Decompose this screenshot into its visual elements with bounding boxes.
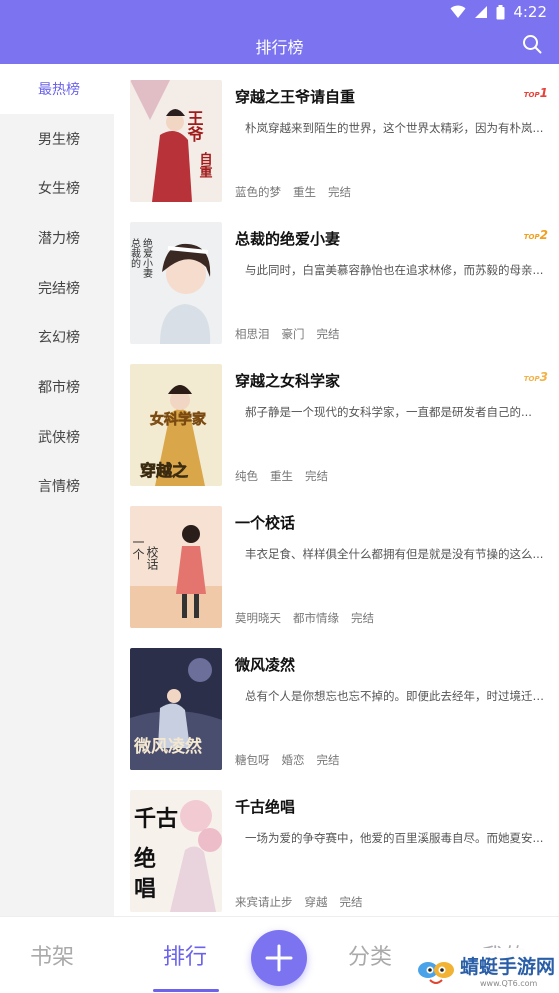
book-genre: 豪门 bbox=[281, 327, 305, 341]
book-list: 王爷 自重 穿越之王爷请自重 TOP1 朴岚穿越来到陌生的世界，这个世界太精彩，… bbox=[114, 64, 559, 916]
page-title: 排行榜 bbox=[255, 38, 304, 57]
list-item[interactable]: 千古 绝 唱 千古绝唱 一场为爱的争夺赛中，他爱的百里溪服毒自尽。而她夏安...… bbox=[130, 790, 550, 914]
book-cover[interactable]: 总裁的 绝爱小妻 bbox=[130, 222, 222, 344]
app-bar: 排行榜 bbox=[0, 26, 559, 64]
plus-icon bbox=[265, 944, 293, 972]
list-item[interactable]: 王爷 自重 穿越之王爷请自重 TOP1 朴岚穿越来到陌生的世界，这个世界太精彩，… bbox=[130, 80, 550, 204]
book-author: 莫明晓天 bbox=[235, 611, 281, 625]
book-description: 一场为爱的争夺赛中，他爱的百里溪服毒自尽。而她夏安... bbox=[245, 831, 544, 845]
rank-badge: TOP1 bbox=[523, 86, 548, 100]
svg-text:唱: 唱 bbox=[134, 876, 156, 902]
sidebar-item-hottest[interactable]: 最热榜 bbox=[0, 64, 114, 114]
list-item[interactable]: 微风凌然 微风凌然 总有个人是你想忘也忘不掉的。即便此去经年，时过境迁。... … bbox=[130, 648, 550, 772]
rank-badge: TOP2 bbox=[523, 228, 548, 242]
list-item[interactable]: 一个 校话 一个校话 丰衣足食、样样俱全什么都拥有但是就是没有节操的这么... … bbox=[130, 506, 550, 630]
active-tab-indicator bbox=[153, 989, 219, 992]
book-cover[interactable]: 女科学家 穿越之 bbox=[130, 364, 222, 486]
book-author: 糖包呀 bbox=[235, 753, 270, 767]
sidebar-item-romance[interactable]: 言情榜 bbox=[0, 462, 114, 512]
book-title[interactable]: 穿越之女科学家 bbox=[235, 370, 340, 391]
list-item[interactable]: 总裁的 绝爱小妻 总裁的绝爱小妻 TOP2 与此同时，白富美慕容静怡也在追求林修… bbox=[130, 222, 550, 346]
book-description: 总有个人是你想忘也忘不掉的。即便此去经年，时过境迁。... bbox=[245, 689, 548, 703]
book-tags: 莫明晓天 都市情缘 完结 bbox=[235, 610, 374, 626]
tab-category[interactable]: 分类 bbox=[348, 939, 392, 971]
book-genre: 婚恋 bbox=[281, 753, 305, 767]
svg-text:千古: 千古 bbox=[134, 806, 178, 832]
add-button[interactable] bbox=[251, 930, 307, 986]
dragonfly-logo-icon bbox=[418, 962, 454, 984]
svg-text:穿越之: 穿越之 bbox=[140, 461, 188, 480]
book-description: 与此同时，白富美慕容静怡也在追求林修，而苏毅的母亲... bbox=[245, 263, 544, 277]
book-status: 完结 bbox=[316, 327, 340, 341]
book-cover[interactable]: 千古 绝 唱 bbox=[130, 790, 222, 912]
rank-badge: TOP3 bbox=[523, 370, 548, 384]
book-genre: 都市情缘 bbox=[293, 611, 339, 625]
book-tags: 糖包呀 婚恋 完结 bbox=[235, 752, 340, 768]
book-description: 丰衣足食、样样俱全什么都拥有但是就是没有节操的这么... bbox=[245, 547, 544, 561]
sidebar-item-fantasy[interactable]: 玄幻榜 bbox=[0, 312, 114, 362]
tab-ranking[interactable]: 排行 bbox=[163, 939, 207, 971]
sidebar-item-male[interactable]: 男生榜 bbox=[0, 114, 114, 164]
book-cover[interactable]: 一个 校话 bbox=[130, 506, 222, 628]
book-genre: 穿越 bbox=[304, 895, 328, 909]
tab-bookshelf[interactable]: 书架 bbox=[30, 939, 74, 971]
svg-text:绝爱小妻: 绝爱小妻 bbox=[141, 237, 153, 279]
book-author: 纯色 bbox=[235, 469, 258, 483]
signal-icon bbox=[475, 6, 488, 18]
wifi-icon bbox=[450, 5, 466, 18]
book-author: 蓝色的梦 bbox=[235, 185, 281, 199]
sidebar-item-wuxia[interactable]: 武侠榜 bbox=[0, 412, 114, 462]
book-status: 完结 bbox=[316, 753, 340, 767]
svg-text:王爷: 王爷 bbox=[185, 110, 205, 143]
book-description: 朴岚穿越来到陌生的世界，这个世界太精彩，因为有朴岚... bbox=[245, 121, 544, 135]
book-tags: 来宾请止步 穿越 完结 bbox=[235, 894, 363, 910]
svg-text:一个: 一个 bbox=[131, 536, 145, 560]
list-item[interactable]: 女科学家 穿越之 穿越之女科学家 TOP3 郝子静是一个现代的女科学家，一直都是… bbox=[130, 364, 550, 488]
sidebar-item-potential[interactable]: 潜力榜 bbox=[0, 213, 114, 263]
book-genre: 重生 bbox=[293, 185, 316, 199]
search-icon[interactable] bbox=[521, 33, 543, 55]
book-title[interactable]: 穿越之王爷请自重 bbox=[235, 86, 355, 107]
book-genre: 重生 bbox=[270, 469, 293, 483]
book-tags: 蓝色的梦 重生 完结 bbox=[235, 184, 351, 200]
book-cover[interactable]: 微风凌然 bbox=[130, 648, 222, 770]
book-title[interactable]: 总裁的绝爱小妻 bbox=[235, 228, 340, 249]
sidebar-item-urban[interactable]: 都市榜 bbox=[0, 362, 114, 412]
ranking-sidebar: 最热榜 男生榜 女生榜 潜力榜 完结榜 玄幻榜 都市榜 武侠榜 言情榜 bbox=[0, 64, 114, 916]
watermark: 蜻蜓手游网 www.QT6.com bbox=[414, 948, 559, 993]
sidebar-item-completed[interactable]: 完结榜 bbox=[0, 263, 114, 313]
book-cover[interactable]: 王爷 自重 bbox=[130, 80, 222, 202]
svg-text:女科学家: 女科学家 bbox=[150, 411, 207, 428]
book-status: 完结 bbox=[328, 185, 351, 199]
book-status: 完结 bbox=[305, 469, 328, 483]
status-icons: 4:22 bbox=[450, 3, 547, 21]
book-tags: 相思泪 豪门 完结 bbox=[235, 326, 340, 342]
svg-text:总裁的: 总裁的 bbox=[130, 237, 141, 269]
svg-text:绝: 绝 bbox=[134, 846, 156, 872]
book-author: 来宾请止步 bbox=[235, 895, 293, 909]
svg-text:自重: 自重 bbox=[197, 151, 213, 179]
book-title[interactable]: 千古绝唱 bbox=[235, 796, 295, 817]
svg-text:校话: 校话 bbox=[145, 545, 159, 571]
status-bar: 4:22 bbox=[0, 0, 559, 26]
book-author: 相思泪 bbox=[235, 327, 270, 341]
watermark-url: www.QT6.com bbox=[480, 979, 538, 988]
sidebar-item-female[interactable]: 女生榜 bbox=[0, 163, 114, 213]
book-title[interactable]: 微风凌然 bbox=[235, 654, 295, 675]
book-title[interactable]: 一个校话 bbox=[235, 512, 295, 533]
book-tags: 纯色 重生 完结 bbox=[235, 468, 328, 484]
svg-text:微风凌然: 微风凌然 bbox=[133, 736, 202, 757]
battery-icon bbox=[496, 4, 505, 19]
status-time: 4:22 bbox=[513, 3, 547, 21]
book-description: 郝子静是一个现代的女科学家，一直都是研发者自己的... bbox=[245, 405, 532, 419]
watermark-name: 蜻蜓手游网 bbox=[460, 956, 556, 978]
book-status: 完结 bbox=[339, 895, 363, 909]
book-status: 完结 bbox=[351, 611, 374, 625]
